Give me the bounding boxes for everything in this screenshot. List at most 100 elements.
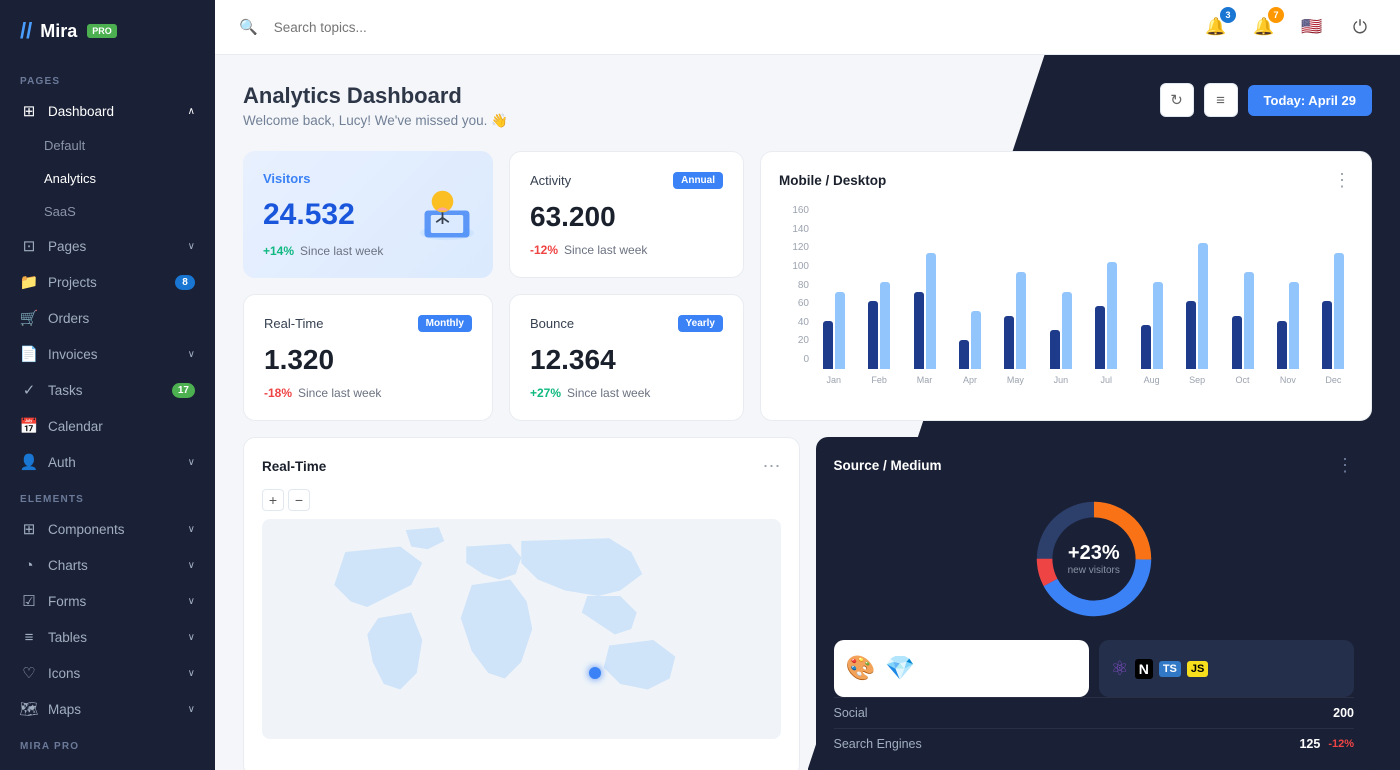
icons-icon: ♡	[20, 664, 38, 682]
bar-group-apr: Apr	[950, 311, 989, 385]
bar-chart: 160140120100 806040200 JanFebMarAprMayJu…	[779, 205, 1353, 385]
bar-group-dec: Dec	[1314, 253, 1353, 385]
sidebar-item-tables[interactable]: ≡ Tables ∨	[0, 619, 215, 655]
chevron-icon-tables: ∨	[188, 632, 195, 643]
visitors-card: Visitors 24.532 +14% Since last week	[243, 151, 493, 278]
source-search-label: Search Engines	[834, 737, 922, 751]
visitors-change-pct: +14%	[263, 244, 294, 258]
language-selector[interactable]: 🇺🇸	[1296, 11, 1328, 43]
map-zoom-out-button[interactable]: −	[288, 489, 310, 511]
page-header: Analytics Dashboard Welcome back, Lucy! …	[243, 83, 1372, 129]
source-more-button[interactable]: ⋮	[1336, 455, 1354, 476]
sidebar-item-invoices[interactable]: 📄 Invoices ∨	[0, 336, 215, 372]
tasks-icon: ✓	[20, 381, 38, 399]
realtime-tag: Monthly	[418, 315, 472, 332]
sidebar-item-default[interactable]: Default	[0, 129, 215, 162]
bar-desktop-mar	[914, 292, 924, 370]
notifications-button[interactable]: 🔔 3	[1200, 11, 1232, 43]
donut-chart: +23% new visitors	[834, 494, 1355, 624]
realtime-map-card: Real-Time ⋯ + −	[243, 437, 800, 770]
chevron-icon-auth: ∨	[188, 457, 195, 468]
donut-sub: new visitors	[1068, 565, 1120, 576]
sidebar-item-dashboard[interactable]: ⊞ Dashboard ∧	[0, 93, 215, 129]
source-search-change: -12%	[1328, 738, 1354, 750]
tasks-badge: 17	[172, 383, 195, 398]
bar-group-may: May	[996, 272, 1035, 385]
pro-badge: PRO	[87, 24, 117, 38]
sidebar-label-analytics: Analytics	[44, 171, 96, 186]
activity-card: Activity Annual 63.200 -12% Since last w…	[509, 151, 744, 278]
mobile-desktop-card: Mobile / Desktop ⋮ 160140120100 80604020…	[760, 151, 1372, 421]
calendar-icon: 📅	[20, 417, 38, 435]
bar-label-feb: Feb	[871, 375, 887, 385]
bar-desktop-jul	[1095, 306, 1105, 369]
sidebar-item-calendar[interactable]: 📅 Calendar	[0, 408, 215, 444]
sidebar-item-analytics[interactable]: Analytics	[0, 162, 215, 195]
topbar-right: 🔔 3 🔔 7 🇺🇸 ⏻	[1200, 11, 1376, 43]
sidebar-item-saas[interactable]: SaaS	[0, 195, 215, 228]
sidebar-label-tables: Tables	[48, 630, 87, 645]
dashboard-icon: ⊞	[20, 102, 38, 120]
bar-desktop-sep	[1186, 301, 1196, 369]
source-social-val: 200	[1333, 706, 1354, 720]
sketch-icon: 💎	[885, 654, 915, 683]
source-search-val: 125	[1299, 737, 1320, 751]
bar-label-oct: Oct	[1236, 375, 1250, 385]
source-medium-card: Source / Medium ⋮	[816, 437, 1373, 770]
donut-pct: +23%	[1068, 542, 1120, 565]
search-input[interactable]	[274, 20, 494, 35]
sidebar-item-auth[interactable]: 👤 Auth ∨	[0, 444, 215, 480]
sidebar-item-pages[interactable]: ⊡ Pages ∨	[0, 228, 215, 264]
realtime-change-text: Since last week	[298, 386, 381, 400]
alerts-button[interactable]: 🔔 7	[1248, 11, 1280, 43]
sidebar-item-icons[interactable]: ♡ Icons ∨	[0, 655, 215, 691]
sidebar-item-projects[interactable]: 📁 Projects 8	[0, 264, 215, 300]
visitors-change-text: Since last week	[300, 244, 383, 258]
main-area: 🔍 🔔 3 🔔 7 🇺🇸 ⏻ Analyt	[215, 0, 1400, 770]
sidebar-item-charts[interactable]: ◔ Charts ∨	[0, 547, 215, 583]
bar-desktop-jun	[1050, 330, 1060, 369]
sidebar-label-forms: Forms	[48, 594, 86, 609]
sidebar-label-orders: Orders	[48, 311, 89, 326]
bar-desktop-feb	[868, 301, 878, 369]
sidebar-item-components[interactable]: ⊞ Components ∨	[0, 511, 215, 547]
source-social-label: Social	[834, 706, 868, 720]
sidebar-label-auth: Auth	[48, 455, 76, 470]
bar-desktop-aug	[1141, 325, 1151, 369]
sidebar-item-tasks[interactable]: ✓ Tasks 17	[0, 372, 215, 408]
bar-group-jun: Jun	[1041, 292, 1080, 386]
projects-icon: 📁	[20, 273, 38, 291]
map-title: Real-Time	[262, 459, 326, 474]
bounce-label: Bounce	[530, 316, 574, 331]
sidebar-label-icons: Icons	[48, 666, 80, 681]
logo-icon: //	[20, 18, 32, 44]
sidebar-label-pages: Pages	[48, 239, 86, 254]
chart-more-button[interactable]: ⋮	[1333, 170, 1353, 191]
chevron-icon-charts: ∨	[188, 560, 195, 571]
app-name: Mira	[40, 21, 77, 42]
chevron-icon-icons: ∨	[188, 668, 195, 679]
map-zoom-in-button[interactable]: +	[262, 489, 284, 511]
app-logo[interactable]: // Mira PRO	[0, 0, 215, 62]
bounce-change-text: Since last week	[567, 386, 650, 400]
bar-mobile-jun	[1062, 292, 1072, 370]
chevron-icon-maps: ∨	[188, 704, 195, 715]
sidebar-label-invoices: Invoices	[48, 347, 98, 362]
activity-change-pct: -12%	[530, 243, 558, 257]
chevron-icon-comp: ∨	[188, 524, 195, 535]
power-button[interactable]: ⏻	[1344, 11, 1376, 43]
bar-desktop-jan	[823, 321, 833, 369]
section-label-pages: PAGES	[0, 62, 215, 93]
realtime-value: 1.320	[264, 344, 472, 376]
bar-mobile-mar	[926, 253, 936, 369]
sidebar-item-maps[interactable]: 🗺 Maps ∨	[0, 691, 215, 727]
refresh-icon: ↻	[1170, 91, 1183, 109]
map-more-button[interactable]: ⋯	[763, 456, 781, 477]
chevron-icon-forms: ∨	[188, 596, 195, 607]
sidebar-item-forms[interactable]: ☑ Forms ∨	[0, 583, 215, 619]
filter-button[interactable]: ≡	[1204, 83, 1238, 117]
today-button[interactable]: Today: April 29	[1248, 85, 1372, 116]
orders-icon: 🛒	[20, 309, 38, 327]
refresh-button[interactable]: ↻	[1160, 83, 1194, 117]
sidebar-item-orders[interactable]: 🛒 Orders	[0, 300, 215, 336]
